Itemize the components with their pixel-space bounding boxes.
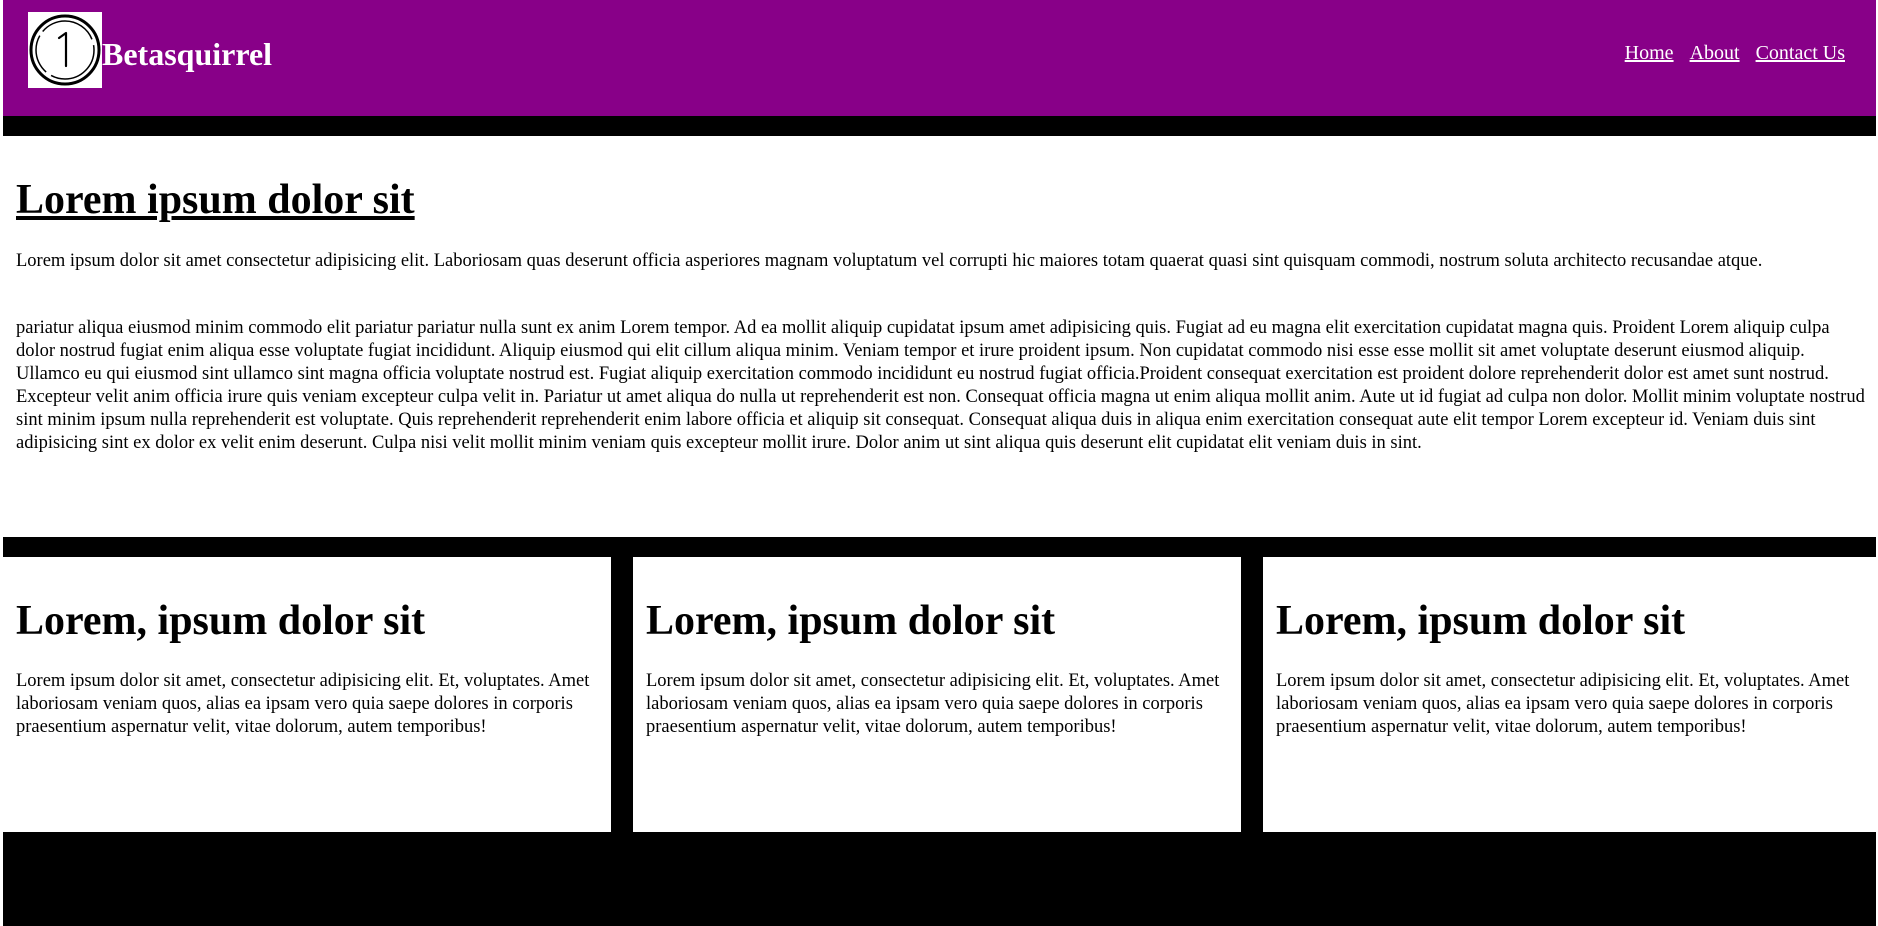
card-3-text: Lorem ipsum dolor sit amet, consectetur … [1276, 671, 1850, 737]
cards-row: Lorem, ipsum dolor sit Lorem ipsum dolor… [3, 557, 1876, 832]
card-2: Lorem, ipsum dolor sit Lorem ipsum dolor… [633, 557, 1241, 832]
card-3-title: Lorem, ipsum dolor sit [1276, 598, 1686, 644]
intro-paragraph-2: pariatur aliqua eiusmod minim commodo el… [16, 318, 1865, 453]
middle-divider-bar [3, 537, 1876, 557]
intro-title: Lorem ipsum dolor sit [16, 177, 415, 223]
page: Betasquirrel Home About Contact Us Lorem… [3, 0, 1876, 926]
card-2-text: Lorem ipsum dolor sit amet, consectetur … [646, 671, 1220, 737]
intro-paragraph-1: Lorem ipsum dolor sit amet consectetur a… [16, 251, 1763, 271]
main-nav: Home About Contact Us [1625, 41, 1845, 65]
site-footer [3, 832, 1876, 926]
nav-link-about[interactable]: About [1690, 41, 1740, 65]
card-3: Lorem, ipsum dolor sit Lorem ipsum dolor… [1263, 557, 1876, 832]
brand-name[interactable]: Betasquirrel [102, 36, 272, 72]
card-1-text: Lorem ipsum dolor sit amet, consectetur … [16, 671, 590, 737]
top-divider-bar [3, 116, 1876, 136]
card-2-title: Lorem, ipsum dolor sit [646, 598, 1056, 644]
card-1: Lorem, ipsum dolor sit Lorem ipsum dolor… [3, 557, 611, 832]
nav-link-contact[interactable]: Contact Us [1756, 41, 1845, 65]
card-1-title: Lorem, ipsum dolor sit [16, 598, 426, 644]
site-header: Betasquirrel Home About Contact Us [3, 0, 1876, 116]
nav-link-home[interactable]: Home [1625, 41, 1674, 65]
number-one-circle-logo-icon [29, 14, 101, 86]
logo[interactable] [28, 12, 102, 88]
